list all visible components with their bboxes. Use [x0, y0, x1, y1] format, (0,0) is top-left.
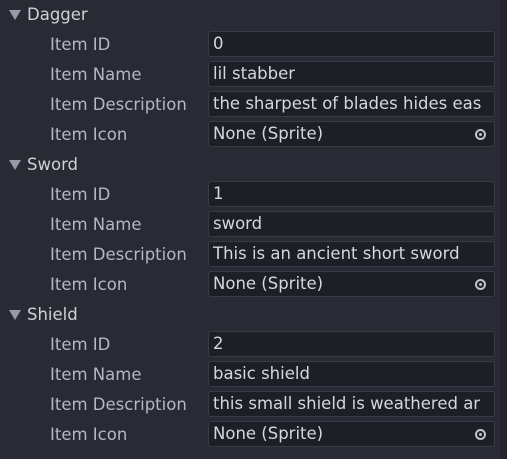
- group-title: Sword: [27, 155, 79, 174]
- field-label: Item Icon: [50, 425, 128, 444]
- object-field-value: None (Sprite): [213, 424, 324, 443]
- object-picker-button[interactable]: [466, 272, 494, 296]
- triangle-down-icon[interactable]: [9, 160, 21, 170]
- field-row-item-name: Item Name lil stabber: [0, 60, 500, 90]
- field-row-item-id: Item ID 2: [0, 330, 500, 360]
- field-label: Item ID: [50, 185, 111, 204]
- item-description-input[interactable]: the sharpest of blades hides eas: [208, 91, 495, 117]
- item-group-sword: Sword Item ID 1 Item Name sword Item Des…: [0, 150, 500, 300]
- field-row-item-icon: Item Icon None (Sprite): [0, 270, 500, 300]
- field-row-item-name: Item Name basic shield: [0, 360, 500, 390]
- item-icon-object-field[interactable]: None (Sprite): [208, 271, 495, 297]
- item-name-input[interactable]: basic shield: [208, 361, 495, 387]
- object-picker-button[interactable]: [466, 122, 494, 146]
- foldout-header[interactable]: Dagger: [0, 0, 500, 30]
- object-picker-icon: [474, 128, 486, 140]
- object-picker-button[interactable]: [466, 422, 494, 446]
- item-icon-object-field[interactable]: None (Sprite): [208, 121, 495, 147]
- item-description-input[interactable]: This is an ancient short sword: [208, 241, 495, 267]
- field-row-item-id: Item ID 1: [0, 180, 500, 210]
- item-group-shield: Shield Item ID 2 Item Name basic shield …: [0, 300, 500, 450]
- field-row-item-description: Item Description this small shield is we…: [0, 390, 500, 420]
- field-row-item-name: Item Name sword: [0, 210, 500, 240]
- field-label: Item Icon: [50, 275, 128, 294]
- field-label: Item Description: [50, 395, 187, 414]
- item-name-input[interactable]: sword: [208, 211, 495, 237]
- item-id-input[interactable]: 0: [208, 31, 495, 57]
- object-picker-icon: [474, 278, 486, 290]
- group-title: Dagger: [27, 5, 88, 24]
- field-label: Item Description: [50, 95, 187, 114]
- field-label: Item Name: [50, 365, 142, 384]
- field-row-item-id: Item ID 0: [0, 30, 500, 60]
- item-description-input[interactable]: this small shield is weathered ar: [208, 391, 495, 417]
- object-field-value: None (Sprite): [213, 124, 324, 143]
- field-row-item-description: Item Description the sharpest of blades …: [0, 90, 500, 120]
- triangle-down-icon[interactable]: [9, 10, 21, 20]
- group-title: Shield: [27, 305, 78, 324]
- foldout-header[interactable]: Shield: [0, 300, 500, 330]
- object-picker-icon: [474, 428, 486, 440]
- inspector-panel: Dagger Item ID 0 Item Name lil stabber I…: [0, 0, 507, 459]
- scrollbar[interactable]: [500, 0, 507, 459]
- field-label: Item Icon: [50, 125, 128, 144]
- field-row-item-icon: Item Icon None (Sprite): [0, 120, 500, 150]
- field-label: Item Name: [50, 65, 142, 84]
- field-row-item-description: Item Description This is an ancient shor…: [0, 240, 500, 270]
- item-id-input[interactable]: 2: [208, 331, 495, 357]
- item-icon-object-field[interactable]: None (Sprite): [208, 421, 495, 447]
- field-row-item-icon: Item Icon None (Sprite): [0, 420, 500, 450]
- item-name-input[interactable]: lil stabber: [208, 61, 495, 87]
- item-id-input[interactable]: 1: [208, 181, 495, 207]
- triangle-down-icon[interactable]: [9, 310, 21, 320]
- object-field-value: None (Sprite): [213, 274, 324, 293]
- foldout-header[interactable]: Sword: [0, 150, 500, 180]
- item-group-dagger: Dagger Item ID 0 Item Name lil stabber I…: [0, 0, 500, 150]
- field-label: Item ID: [50, 35, 111, 54]
- field-label: Item Name: [50, 215, 142, 234]
- field-label: Item ID: [50, 335, 111, 354]
- field-label: Item Description: [50, 245, 187, 264]
